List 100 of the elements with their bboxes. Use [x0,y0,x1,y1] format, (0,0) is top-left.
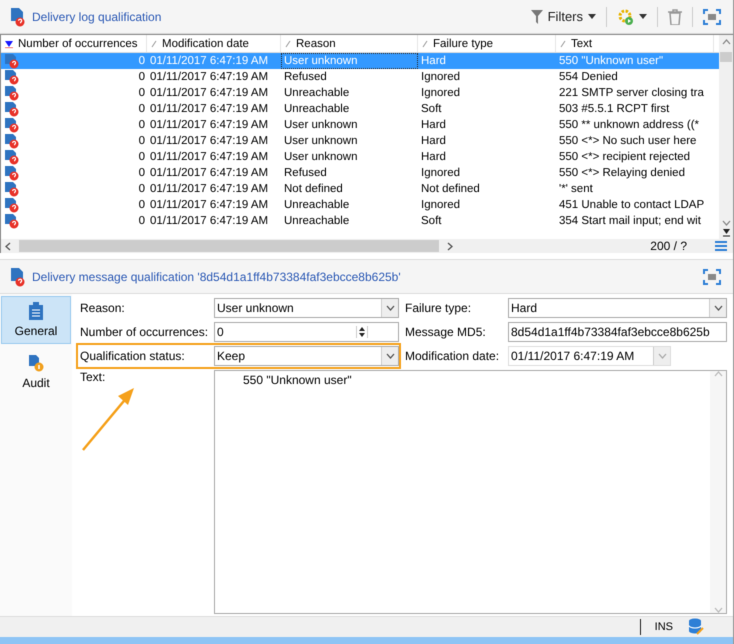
scroll-right-icon[interactable] [447,242,453,250]
table-cell-text: 550 <*> No such user here [558,134,698,149]
table-cell-text: 01/11/2017 6:47:19 AM [149,198,270,213]
document-question-icon [4,117,20,133]
table-cell-text: Ignored [420,166,462,181]
side-tab[interactable]: General [1,296,71,344]
column-header[interactable]: Reason [296,38,336,50]
field-label: Failure type: [405,301,472,315]
table-cell: 0 [1,69,147,85]
panel-title: Delivery log qualification [32,10,162,24]
document-question-icon [4,85,20,101]
table-cell-text: Refused [283,166,328,181]
table-cell: 0 [1,53,147,69]
column-header[interactable]: Failure type [433,38,494,50]
table-row[interactable]: 0 01/11/2017 6:47:19 AM Unreachable Ignored 451 Unable to contact LDAP [1,197,719,213]
table-cell-text: Unreachable [283,198,350,213]
dropdown-field[interactable]: User unknown [214,298,399,318]
insert-mode-indicator: INS [654,621,673,633]
table-row[interactable]: 0 01/11/2017 6:47:19 AM Refused Ignored 550 <*> Relaying denied [1,165,719,181]
table-cell-text: Ignored [420,198,462,213]
column-grip-icon [151,40,157,48]
table-cell-text: 01/11/2017 6:47:19 AM [149,86,270,101]
table-cell-text: Soft [420,214,442,229]
column-grip-icon [285,40,291,48]
record-count: 200 / ? [650,239,687,253]
table-cell-text: Unreachable [283,102,350,117]
table-cell: 0 [1,181,147,197]
column-grip-icon [422,40,428,48]
table-cell-text: 550 <*> Relaying denied [558,166,686,181]
dropdown-field[interactable]: Keep [214,346,399,366]
column-header[interactable]: Number of occurrences [18,38,138,50]
table-cell-text: Hard [420,134,447,149]
table-cell-text: 01/11/2017 6:47:19 AM [149,70,270,85]
field-label: Qualification status: [80,349,186,363]
field-label: Reason: [80,301,126,315]
chevron-down-icon [386,353,394,359]
scroll-thumb[interactable] [720,52,732,62]
table-cell-text: 550 "Unknown user" [558,54,664,69]
table-cell: 0 [1,117,147,133]
date-field[interactable]: 01/11/2017 6:47:19 AM [508,346,671,366]
document-question-icon [4,213,20,229]
document-question-icon [4,101,20,117]
table-row[interactable]: 0 01/11/2017 6:47:19 AM User unknown Hard 550 ** unknown address ((* [1,117,719,133]
table-cell-text: 503 #5.5.1 RCPT first [558,102,670,117]
table-cell-text: 221 SMTP server closing tra [558,86,705,101]
table-cell-text: 01/11/2017 6:47:19 AM [149,166,270,181]
table-row[interactable]: 0 01/11/2017 6:47:19 AM User unknown Hard 550 <*> recipient rejected [1,149,719,165]
scroll-up-icon[interactable] [722,39,730,45]
table-cell-text: 354 Start mail input; end wit [558,214,702,229]
dropdown-field[interactable]: Hard [508,298,727,318]
panel-title: Delivery message qualification '8d54d1a1ff4b73384faf3ebcce8b625b' [32,270,401,284]
chevron-down-icon [658,353,666,359]
document-question-icon [4,133,20,149]
table-cell-text: 550 <*> recipient rejected [558,150,692,165]
table-cell-text: Not defined [283,182,344,197]
table-cell-text: User unknown [283,134,359,149]
table-cell-text: 01/11/2017 6:47:19 AM [149,118,270,133]
table-row[interactable]: 0 01/11/2017 6:47:19 AM Refused Ignored 554 Denied [1,69,719,85]
arrow [80,386,136,452]
table-cell-text: Unreachable [283,214,350,229]
column-grip-icon [560,40,566,48]
table-cell-text: 01/11/2017 6:47:19 AM [149,182,270,197]
field-label: Text: [80,370,106,384]
side-tab[interactable]: Audit [1,348,71,396]
database-icon [687,618,705,636]
chevron-down-icon [386,305,394,311]
document-question-icon [4,181,20,197]
table-cell: User unknown [281,53,418,69]
table-cell-text: Unreachable [283,86,350,101]
document-question-icon [8,6,26,26]
column-header[interactable]: Text [571,38,592,50]
table-cell-text: Ignored [420,70,462,85]
table-cell-text: 451 Unable to contact LDAP [558,198,706,213]
scroll-thumb[interactable] [19,240,439,252]
table-cell-text: User unknown [283,150,359,165]
table-cell-text: 01/11/2017 6:47:19 AM [149,102,270,117]
table-row[interactable]: 0 01/11/2017 6:47:19 AM User unknown Hard 550 <*> No such user here [1,133,719,149]
column-header[interactable]: Modification date [162,38,249,50]
table-row[interactable]: 0 01/11/2017 6:47:19 AM Unreachable Soft 503 #5.5.1 RCPT first [1,101,719,117]
table-cell-text: 550 ** unknown address ((* [558,118,700,133]
table-cell-text: Ignored [420,86,462,101]
table-cell: 0 [1,213,147,229]
scroll-end-icon[interactable] [722,229,730,237]
table-cell: 0 [1,85,147,101]
table-row[interactable]: 0 01/11/2017 6:47:19 AM Unreachable Soft 354 Start mail input; end wit [1,213,719,229]
table-cell-text: User unknown [283,118,359,133]
table-cell-text: Refused [283,70,328,85]
table-row[interactable]: 0 01/11/2017 6:47:19 AM Unreachable Ignored 221 SMTP server closing tra [1,85,719,101]
funnel-icon [530,10,543,24]
chevron-down-icon [714,305,722,311]
number-field[interactable]: 0 [214,322,399,342]
table-cell-text: 01/11/2017 6:47:19 AM [149,150,270,165]
field-label: Modification date: [405,349,500,363]
scroll-left-icon[interactable] [5,242,11,250]
table-row[interactable]: 0 01/11/2017 6:47:19 AM Not defined Not defined '*' sent [1,181,719,197]
text-field[interactable]: 8d54d1a1ff4b73384faf3ebcce8b625b [508,322,727,342]
table-cell-text: Not defined [420,182,481,197]
table-cell-text: '*' sent [558,182,594,197]
filters-button[interactable]: Filters [526,7,600,26]
menu-icon[interactable] [715,241,727,251]
